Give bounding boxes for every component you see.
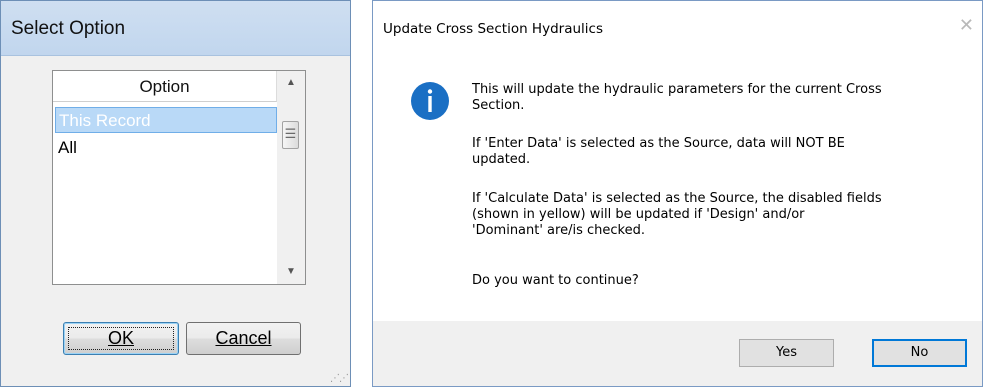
close-icon[interactable]: ✕ bbox=[959, 15, 974, 36]
scroll-up-arrow-icon[interactable]: ▲ bbox=[277, 71, 305, 95]
option-listbox[interactable]: Option This Record All ▲ ☰ ▼ bbox=[52, 70, 306, 285]
list-item-all[interactable]: All bbox=[55, 135, 277, 161]
yes-button[interactable]: Yes bbox=[739, 339, 834, 367]
title-bar[interactable]: Select Option bbox=[1, 1, 350, 56]
message-paragraph-4: Do you want to continue? bbox=[472, 273, 972, 289]
message-paragraph-1: This will update the hydraulic parameter… bbox=[472, 82, 972, 114]
message-text-1: This will update the hydraulic parameter… bbox=[472, 82, 882, 113]
list-header[interactable]: Option bbox=[53, 71, 277, 102]
dialog-title: Update Cross Section Hydraulics bbox=[383, 21, 603, 37]
button-footer: Yes No bbox=[373, 321, 982, 386]
resize-grip-icon[interactable]: ⋰⋰ bbox=[330, 373, 349, 384]
info-icon bbox=[411, 82, 449, 120]
message-text-2: If 'Enter Data' is selected as the Sourc… bbox=[472, 136, 845, 167]
update-hydraulics-dialog: Update Cross Section Hydraulics ✕ This w… bbox=[372, 0, 983, 387]
message-text-4: Do you want to continue? bbox=[472, 273, 639, 288]
message-paragraph-2: If 'Enter Data' is selected as the Sourc… bbox=[472, 136, 972, 168]
focus-rectangle bbox=[68, 327, 174, 350]
no-button[interactable]: No bbox=[872, 339, 967, 367]
scroll-down-arrow-icon[interactable]: ▼ bbox=[277, 260, 305, 284]
message-text-3: If 'Calculate Data' is selected as the S… bbox=[472, 191, 882, 238]
cancel-button[interactable]: Cancel bbox=[186, 322, 301, 355]
cancel-button-label: Cancel bbox=[215, 328, 272, 348]
ok-button[interactable]: OK bbox=[63, 322, 179, 355]
dialog-title: Select Option bbox=[11, 18, 126, 39]
select-option-dialog: Select Option Option This Record All ▲ ☰… bbox=[0, 0, 351, 387]
scroll-thumb[interactable]: ☰ bbox=[282, 121, 299, 149]
dialog-body: Option This Record All ▲ ☰ ▼ OK Cancel bbox=[9, 56, 342, 378]
message-paragraph-3: If 'Calculate Data' is selected as the S… bbox=[472, 191, 972, 239]
vertical-scrollbar[interactable]: ▲ ☰ ▼ bbox=[277, 71, 305, 284]
list-item-this-record[interactable]: This Record bbox=[55, 107, 277, 133]
